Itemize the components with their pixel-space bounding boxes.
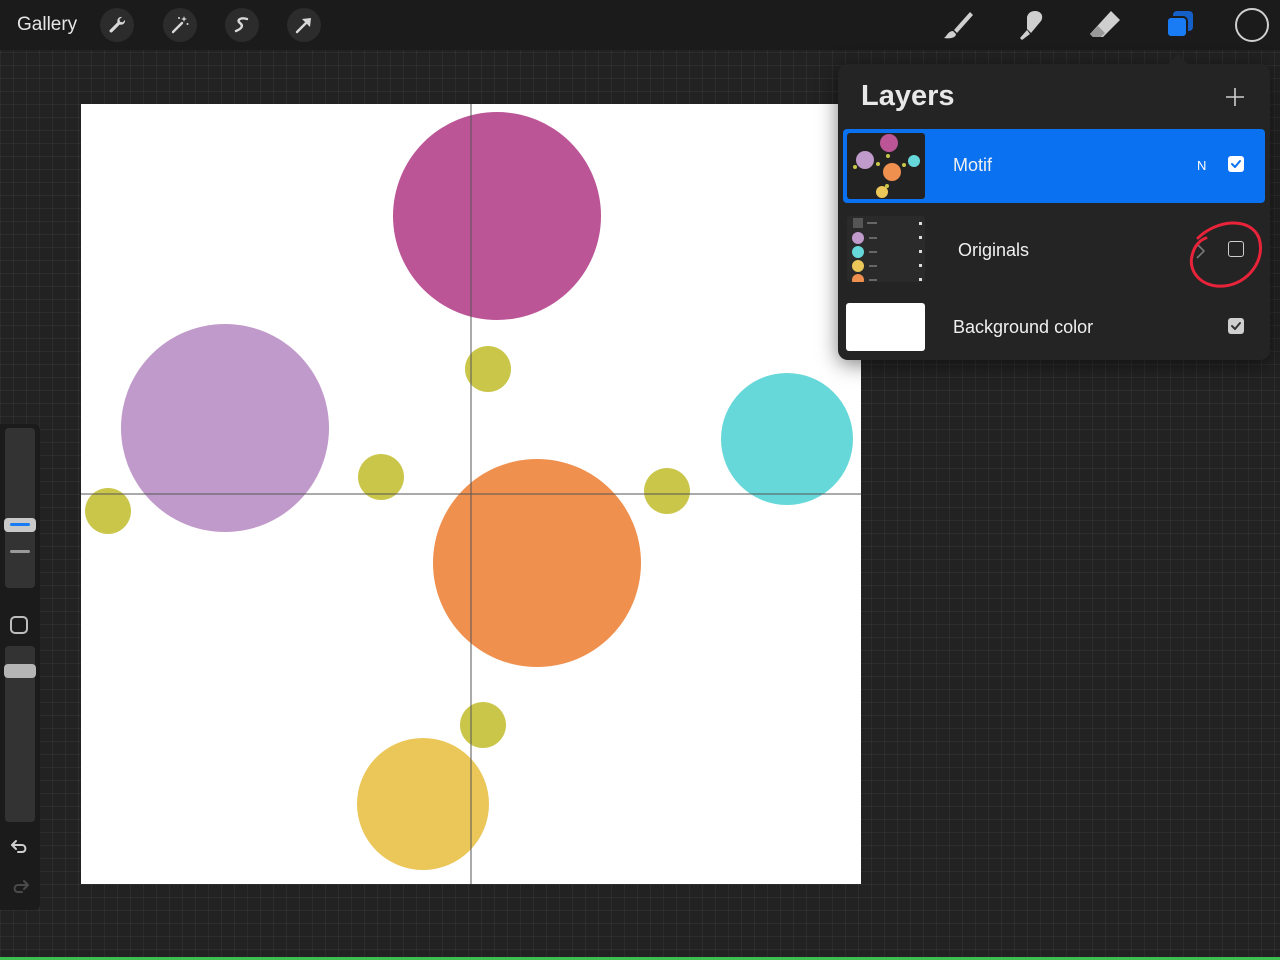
adjustments-button[interactable]	[163, 8, 197, 42]
olive-dot	[644, 468, 690, 514]
wrench-icon	[109, 16, 126, 33]
layers-title: Layers	[861, 80, 955, 112]
lilac-circle	[121, 324, 329, 532]
smudge-icon	[1020, 11, 1043, 40]
canvas-artwork	[81, 104, 861, 884]
left-sidebar	[0, 424, 40, 910]
magenta-circle	[393, 112, 601, 320]
eraser-icon	[1090, 11, 1120, 37]
olive-dot	[465, 346, 511, 392]
size-tick	[10, 550, 30, 553]
layer-thumbnail	[847, 133, 925, 199]
visibility-checkbox[interactable]	[1228, 156, 1244, 172]
cyan-circle	[721, 373, 853, 505]
annotation-circle	[1189, 221, 1262, 288]
opacity-handle[interactable]	[4, 664, 36, 678]
transform-arrow-icon	[295, 18, 311, 34]
checkmark-icon	[1231, 160, 1241, 168]
blend-mode-button[interactable]: N	[1197, 158, 1206, 173]
plus-icon	[1226, 88, 1244, 106]
opacity-slider[interactable]	[4, 646, 36, 822]
brush-icon	[944, 12, 973, 39]
selection-icon	[234, 17, 249, 33]
eraser-button[interactable]	[1087, 7, 1123, 43]
layer-name: Originals	[958, 240, 1030, 260]
transform-button[interactable]	[287, 8, 321, 42]
layer-row-background-color[interactable]: Background color	[843, 291, 1265, 365]
top-toolbar: Gallery	[0, 0, 1280, 50]
background-thumbnail	[846, 303, 925, 351]
orange-circle	[433, 459, 641, 667]
redo-icon[interactable]	[10, 878, 30, 896]
checkmark-icon	[1231, 322, 1241, 330]
motif-thumbnail-art	[853, 134, 920, 198]
layers-button[interactable]	[1162, 7, 1198, 43]
brush-button[interactable]	[940, 7, 976, 43]
layer-name: Background color	[953, 317, 1094, 337]
magic-wand-icon	[171, 16, 189, 34]
layers-panel: Layers Motif N Originals Background colo…	[838, 54, 1270, 360]
olive-dot	[460, 702, 506, 748]
undo-icon[interactable]	[10, 838, 30, 856]
color-picker-button[interactable]	[1235, 8, 1269, 42]
layer-row-motif[interactable]: Motif N	[843, 129, 1265, 203]
olive-dot	[358, 454, 404, 500]
layer-name: Motif	[953, 155, 993, 175]
yellow-circle	[357, 738, 489, 870]
actions-button[interactable]	[100, 8, 134, 42]
layers-icon	[1166, 11, 1193, 38]
brush-size-indicator	[10, 523, 30, 526]
brush-size-slider[interactable]	[4, 428, 36, 588]
add-layer-button[interactable]	[1222, 84, 1248, 110]
smudge-button[interactable]	[1013, 7, 1049, 43]
group-thumbnail	[847, 216, 925, 282]
visibility-checkbox[interactable]	[1228, 318, 1244, 334]
group-thumbnail-art	[852, 218, 922, 282]
drawing-canvas[interactable]	[81, 104, 861, 884]
olive-dot	[85, 488, 131, 534]
modify-button[interactable]	[10, 616, 28, 634]
selection-button[interactable]	[225, 8, 259, 42]
gallery-button[interactable]: Gallery	[17, 14, 77, 36]
